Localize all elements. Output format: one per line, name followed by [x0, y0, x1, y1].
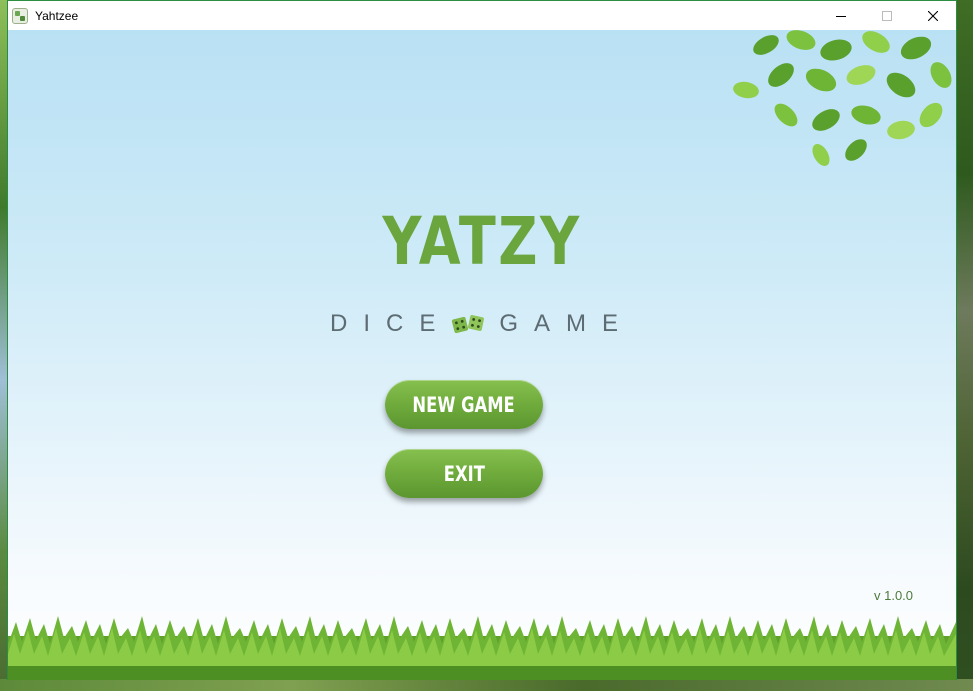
close-button[interactable]	[910, 1, 956, 30]
caption-buttons	[818, 1, 956, 30]
app-dice-icon	[12, 7, 28, 24]
exit-label: EXIT	[443, 461, 485, 486]
subtitle-dice-word: DICE	[329, 310, 452, 337]
leaves-decoration	[733, 30, 952, 166]
minimize-icon	[836, 15, 846, 17]
exit-button[interactable]: EXIT	[385, 449, 543, 498]
title-bar[interactable]: Yahtzee	[8, 1, 956, 30]
minimize-button[interactable]	[818, 1, 864, 30]
version-label: v 1.0.0	[874, 588, 914, 603]
desktop-background-right	[957, 0, 973, 691]
game-screen: YATZY DICE GAME NEW GAME EXIT v 1.0.0	[8, 30, 956, 680]
maximize-button[interactable]	[864, 1, 910, 30]
grass-decoration	[8, 616, 956, 680]
game-title: YATZY	[382, 203, 582, 280]
new-game-button[interactable]: NEW GAME	[385, 380, 543, 429]
close-icon	[928, 10, 938, 21]
app-window: Yahtzee YATZY DICE GAME NEW GAME EXIT v …	[7, 0, 957, 680]
new-game-label: NEW GAME	[412, 392, 516, 417]
window-title: Yahtzee	[35, 8, 79, 23]
desktop-background-bottom	[0, 679, 973, 691]
dice-icon	[451, 314, 485, 334]
subtitle-game-word: GAME	[499, 310, 635, 337]
game-subtitle: DICE GAME	[8, 309, 956, 339]
maximize-icon	[882, 10, 892, 21]
